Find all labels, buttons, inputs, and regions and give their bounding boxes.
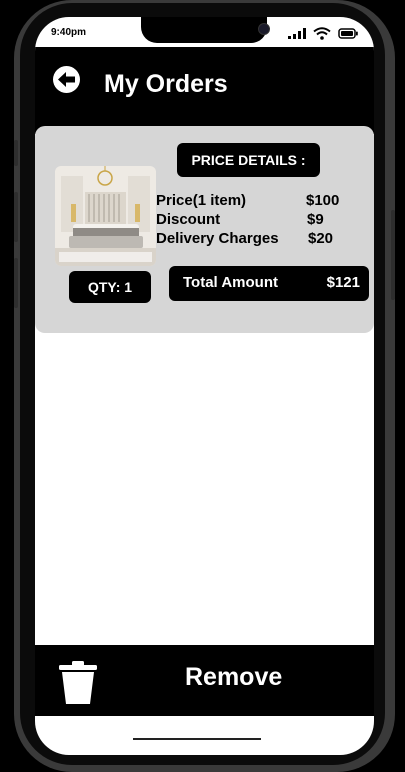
notch [141,17,270,43]
order-card: QTY: 1 PRICE DETAILS : Price(1 item) $10… [35,126,374,333]
status-icons [288,27,358,40]
bottom-bar: Remove [35,645,374,716]
bedroom-image-icon [55,166,156,266]
discount-label: Discount [156,211,221,228]
page-title: My Orders [104,70,228,98]
volume-up-button [14,192,18,242]
delivery-label: Delivery Charges [156,230,279,247]
delivery-row: Delivery Charges $20 [156,230,356,250]
total-amount-box: Total Amount $121 [169,266,369,301]
mute-switch [14,140,18,166]
quantity-badge: QTY: 1 [69,271,151,303]
home-indicator[interactable] [133,738,261,740]
product-image[interactable] [55,166,156,266]
wifi-icon [313,27,331,40]
power-button [391,210,395,300]
total-label: Total Amount [183,274,278,291]
screen: 9:40pm My Orders QTY: 1 PRICE DETAILS: … [35,17,374,755]
battery-icon [338,28,358,39]
back-button[interactable] [53,66,80,93]
price-value: $100 [306,192,340,209]
volume-down-button [14,258,18,308]
discount-value: $9 [307,211,324,228]
price-details-header: PRICE DETAILS : [177,143,320,177]
back-arrow-icon [58,72,75,87]
remove-button[interactable]: Remove [185,663,282,692]
signal-icon [288,28,306,39]
price-label: Price(1 item) [156,192,247,209]
trash-icon[interactable] [58,661,98,704]
price-row: Price(1 item) $100 [156,192,356,212]
app-bar: My Orders [35,47,374,134]
status-bar: 9:40pm [35,17,374,47]
status-time: 9:40pm [51,27,87,38]
delivery-value: $20 [308,230,334,247]
front-camera [258,23,270,35]
total-value: $121 [326,274,360,291]
discount-row: Discount $9 [156,211,356,231]
